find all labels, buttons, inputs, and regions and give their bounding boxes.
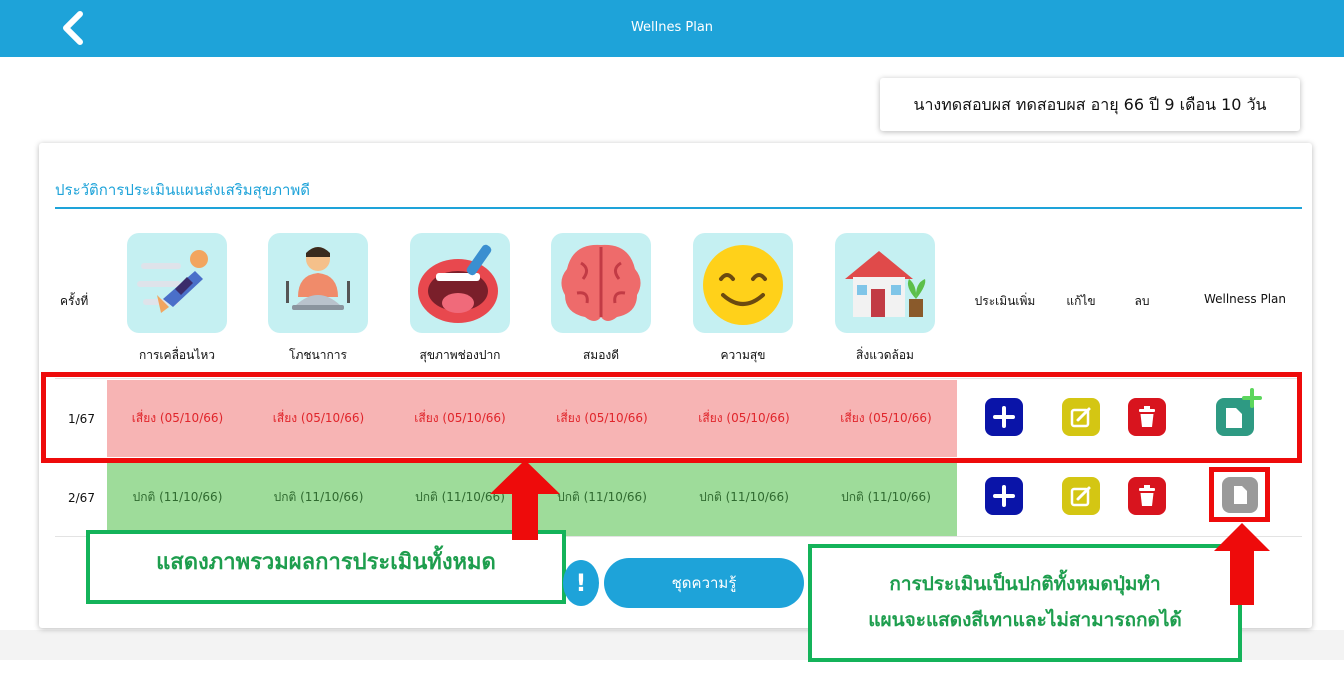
result-cell-environment: ปกติ (11/10/66) [815, 459, 957, 536]
brain-icon [561, 244, 641, 321]
category-icon-happiness [693, 233, 793, 333]
category-icon-movement [127, 233, 227, 333]
page-title: Wellnes Plan [630, 20, 714, 35]
top-bar: Wellnes Plan [0, 0, 1344, 57]
food-chef-icon [286, 247, 350, 310]
edit-icon [1070, 486, 1091, 507]
result-cell-nutrition: ปกติ (11/10/66) [248, 459, 389, 536]
edit-button[interactable] [1062, 477, 1100, 515]
result-cell-movement: ปกติ (11/10/66) [107, 459, 248, 536]
knowledge-button[interactable]: ชุดความรู้ [604, 558, 804, 608]
result-cell-happiness: ปกติ (11/10/66) [673, 459, 815, 536]
plus-icon [993, 485, 1015, 507]
smile-face-icon [703, 245, 783, 325]
annotation-gray-note-line2: แผนจะแสดงสีเทาและไม่สามารถกดได้ [868, 609, 1182, 631]
col-header-edit: แก้ไข [1066, 294, 1096, 308]
category-icon-brain [551, 233, 651, 333]
col-header-happiness: ความสุข [720, 348, 766, 362]
category-icon-oral [410, 233, 510, 333]
col-header-brain: สมองดี [582, 348, 620, 362]
col-header-nutrition: โภชนาการ [289, 348, 347, 362]
delete-button[interactable] [1128, 477, 1166, 515]
annotation-gray-note: การประเมินเป็นปกติทั้งหมดปุ่มทำ แผนจะแสด… [808, 544, 1242, 682]
col-header-environment: สิ่งแวดล้อม [856, 348, 914, 362]
col-header-round: ครั้งที่ [60, 294, 89, 308]
highlight-disabled-plan-button [1209, 467, 1270, 522]
col-header-oral: สุขภาพช่องปาก [419, 348, 501, 362]
annotation-summary-text: แสดงภาพรวมผลการประเมินทั้งหมด [156, 550, 496, 575]
col-header-movement: การเคลื่อนไหว [138, 348, 216, 362]
running-person-icon [137, 250, 208, 313]
house-plant-icon [845, 251, 926, 317]
add-assessment-button[interactable] [985, 477, 1023, 515]
arrow-up-icon [490, 460, 560, 540]
col-header-add-assessment: ประเมินเพิ่ม [974, 294, 1036, 308]
highlight-row-risk [41, 372, 1302, 463]
section-title: ประวัติการประเมินแผนส่งเสริมสุขภาพดี [55, 181, 311, 199]
trash-icon [1139, 485, 1155, 506]
section-divider [55, 207, 1302, 209]
info-button[interactable]: ! [563, 560, 599, 606]
patient-info-card: นางทดสอบผส ทดสอบผส อายุ 66 ปี 9 เดือน 10… [880, 78, 1300, 131]
col-header-wellness-plan: Wellness Plan [1203, 292, 1287, 306]
mouth-toothbrush-icon [418, 244, 498, 323]
arrow-up-icon [1214, 523, 1270, 605]
annotation-gray-note-line1: การประเมินเป็นปกติทั้งหมดปุ่มทำ [889, 573, 1161, 595]
category-icon-nutrition [268, 233, 368, 333]
category-icon-environment [835, 233, 935, 333]
row-round: 2/67 [68, 491, 95, 505]
col-header-delete: ลบ [1134, 294, 1150, 308]
